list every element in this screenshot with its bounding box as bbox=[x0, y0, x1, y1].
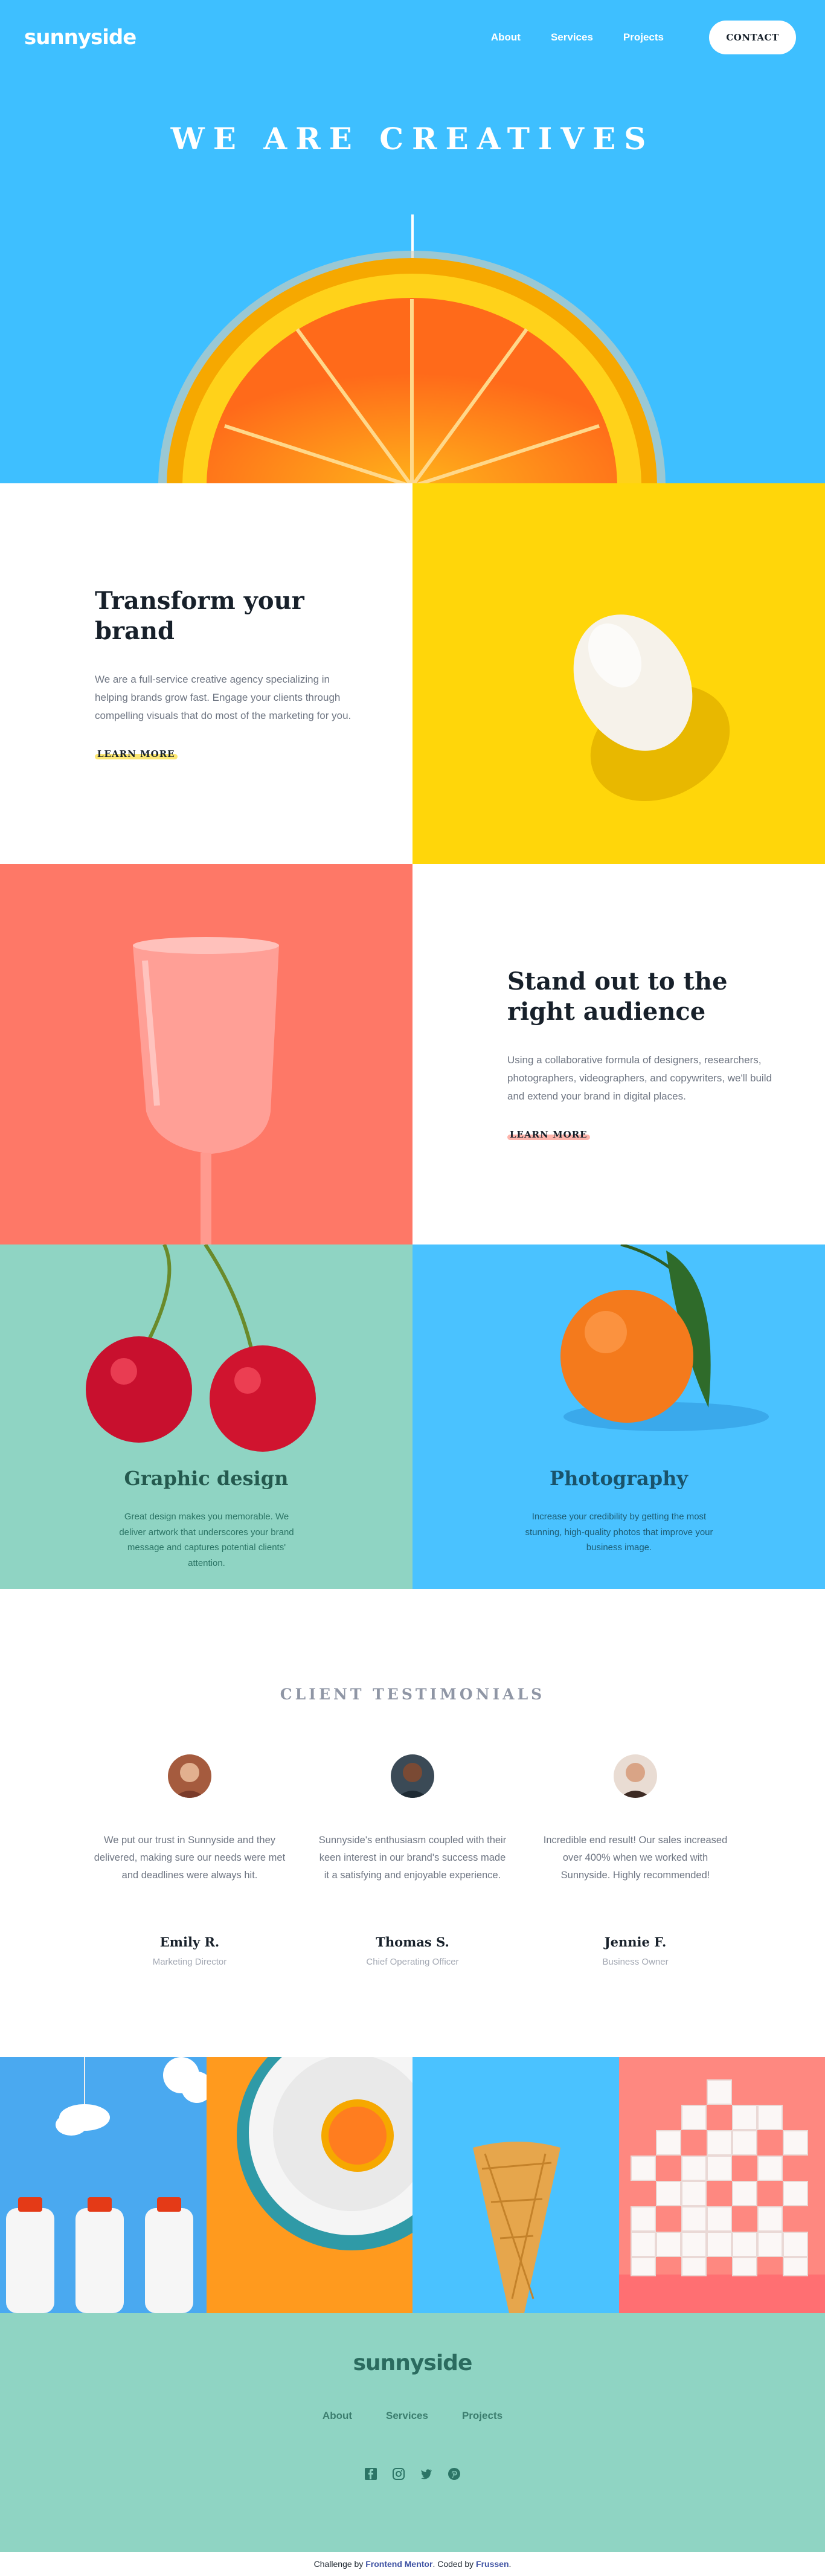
hero-title: WE ARE CREATIVES bbox=[0, 121, 825, 156]
feature-text-brand: Transform your brand We are a full-servi… bbox=[0, 483, 412, 864]
facebook-icon[interactable] bbox=[364, 2467, 377, 2481]
service-title: Photography bbox=[412, 1467, 825, 1490]
footer-logo[interactable]: sunnyside bbox=[0, 2351, 825, 2375]
footer-link-projects[interactable]: Projects bbox=[462, 2410, 502, 2422]
feature-body: Using a collaborative formula of designe… bbox=[507, 1051, 773, 1105]
testimonial-name: Jennie F. bbox=[539, 1934, 732, 1950]
footer-link-about[interactable]: About bbox=[323, 2410, 352, 2422]
pinterest-icon[interactable] bbox=[448, 2467, 461, 2481]
attribution-coded-prefix: . Coded by bbox=[432, 2559, 473, 2569]
orange-slice-image bbox=[158, 251, 666, 483]
hero-section: sunnyside About Services Projects CONTAC… bbox=[0, 0, 825, 483]
nav-link-projects[interactable]: Projects bbox=[623, 31, 664, 43]
testimonial-quote: We put our trust in Sunnyside and they d… bbox=[93, 1832, 286, 1904]
testimonial-card: We put our trust in Sunnyside and they d… bbox=[93, 1754, 286, 1967]
egg-image bbox=[412, 483, 825, 864]
service-graphic-design: Graphic design Great design makes you me… bbox=[0, 1245, 412, 1589]
testimonial-role: Marketing Director bbox=[93, 1957, 286, 1967]
service-body: Great design makes you memorable. We del… bbox=[110, 1509, 303, 1571]
gallery bbox=[0, 2057, 825, 2313]
nav-link-services[interactable]: Services bbox=[551, 31, 593, 43]
testimonial-quote: Sunnyside's enthusiasm coupled with thei… bbox=[316, 1832, 509, 1904]
service-title: Graphic design bbox=[0, 1467, 412, 1490]
service-body: Increase your credibility by getting the… bbox=[522, 1509, 716, 1556]
author-link[interactable]: Frussen bbox=[476, 2559, 509, 2569]
testimonial-card: Incredible end result! Our sales increas… bbox=[539, 1754, 732, 1967]
attribution-suffix: . bbox=[509, 2559, 512, 2569]
feature-text-audience: Stand out to the right audience Using a … bbox=[412, 864, 825, 1245]
avatar bbox=[391, 1754, 434, 1798]
testimonials-heading: CLIENT TESTIMONIALS bbox=[0, 1686, 825, 1703]
learn-more-link[interactable]: LEARN MORE bbox=[95, 749, 178, 759]
gallery-orange-plate-image bbox=[207, 2057, 413, 2313]
top-nav: sunnyside About Services Projects CONTAC… bbox=[24, 21, 796, 54]
testimonial-name: Thomas S. bbox=[316, 1934, 509, 1950]
cherries-image bbox=[0, 1245, 412, 1462]
social-links bbox=[0, 2467, 825, 2481]
gallery-cone-image bbox=[412, 2057, 619, 2313]
nav-link-about[interactable]: About bbox=[491, 31, 521, 43]
gallery-milk-bottles-image bbox=[0, 2057, 207, 2313]
frontend-mentor-link[interactable]: Frontend Mentor bbox=[365, 2559, 432, 2569]
footer: sunnyside About Services Projects bbox=[0, 2313, 825, 2552]
gallery-sugar-cubes-image bbox=[619, 2057, 825, 2313]
learn-more-link[interactable]: LEARN MORE bbox=[507, 1129, 590, 1140]
feature-body: We are a full-service creative agency sp… bbox=[95, 671, 361, 724]
testimonials-section: CLIENT TESTIMONIALS We put our trust in … bbox=[0, 1589, 825, 2057]
logo[interactable]: sunnyside bbox=[24, 25, 136, 50]
feature-title: Stand out to the right audience bbox=[507, 967, 773, 1027]
service-photography: Photography Increase your credibility by… bbox=[412, 1245, 825, 1589]
attribution-prefix: Challenge by bbox=[314, 2559, 364, 2569]
attribution: Challenge by Frontend Mentor. Coded by F… bbox=[0, 2552, 825, 2576]
instagram-icon[interactable] bbox=[392, 2467, 405, 2481]
nav-links: About Services Projects CONTACT bbox=[491, 21, 796, 54]
testimonial-quote: Incredible end result! Our sales increas… bbox=[539, 1832, 732, 1904]
footer-link-services[interactable]: Services bbox=[386, 2410, 428, 2422]
testimonial-name: Emily R. bbox=[93, 1934, 286, 1950]
glass-image bbox=[0, 864, 412, 1245]
feature-title: Transform your brand bbox=[95, 586, 361, 646]
contact-button[interactable]: CONTACT bbox=[709, 21, 796, 54]
feature-row-brand: Transform your brand We are a full-servi… bbox=[0, 483, 825, 864]
services-row: Graphic design Great design makes you me… bbox=[0, 1245, 825, 1589]
footer-links: About Services Projects bbox=[0, 2410, 825, 2422]
feature-row-audience: Stand out to the right audience Using a … bbox=[0, 864, 825, 1245]
testimonial-role: Chief Operating Officer bbox=[316, 1957, 509, 1967]
testimonial-card: Sunnyside's enthusiasm coupled with thei… bbox=[316, 1754, 509, 1967]
testimonial-role: Business Owner bbox=[539, 1957, 732, 1967]
avatar bbox=[614, 1754, 657, 1798]
tangerine-image bbox=[412, 1245, 825, 1462]
avatar bbox=[168, 1754, 211, 1798]
twitter-icon[interactable] bbox=[420, 2467, 433, 2481]
